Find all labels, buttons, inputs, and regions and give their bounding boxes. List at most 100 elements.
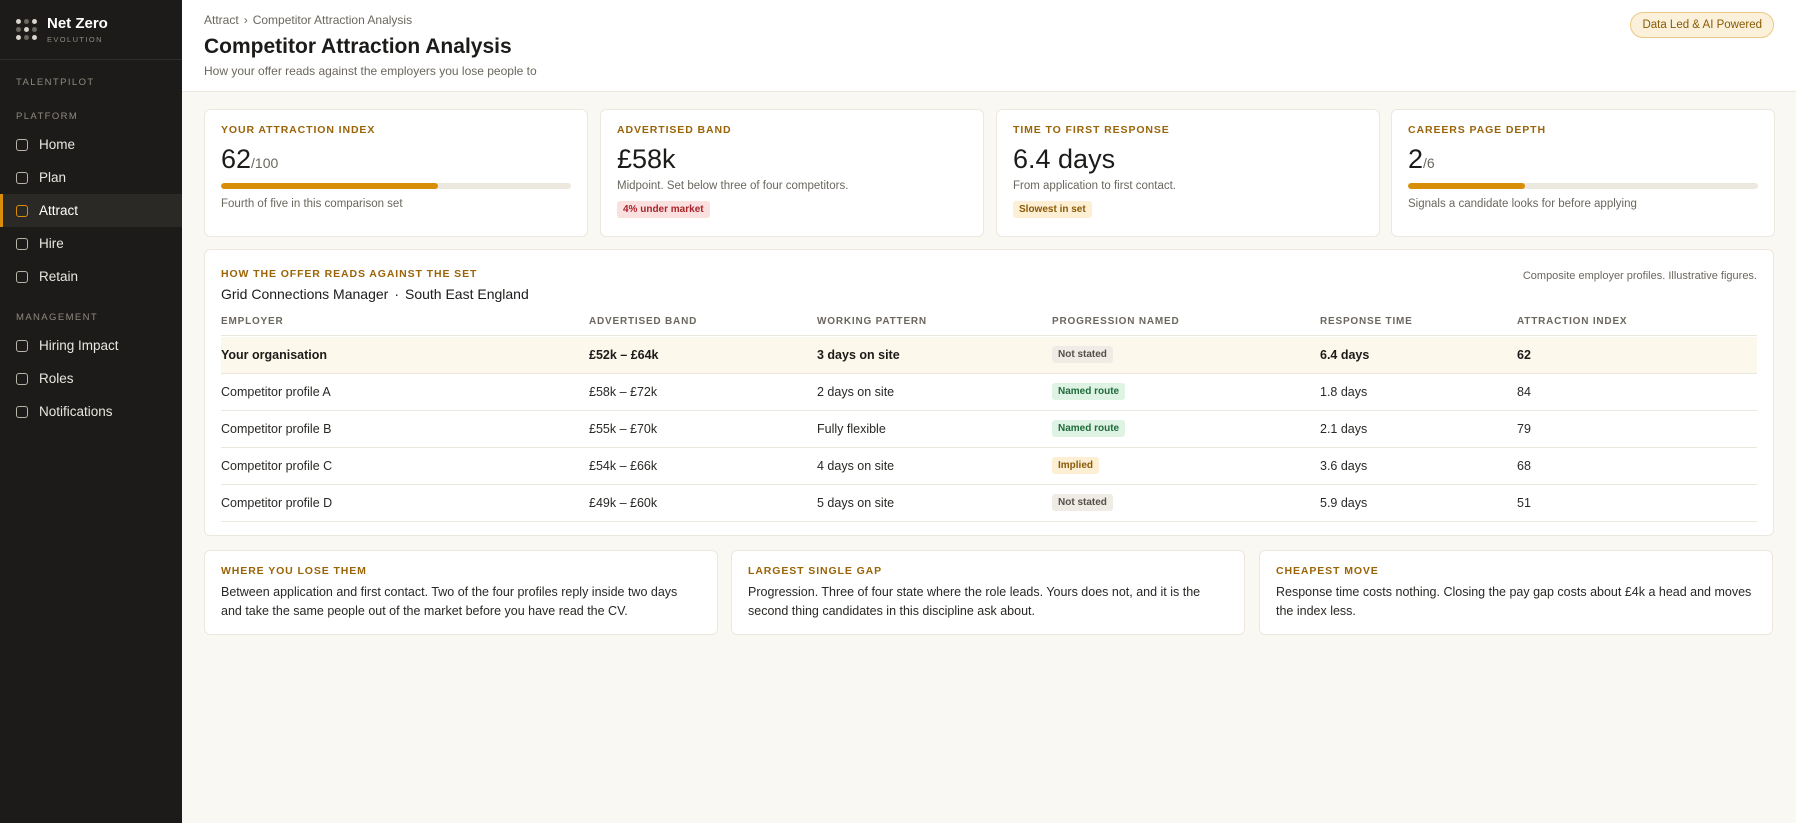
cell-response: 6.4 days — [1320, 348, 1370, 362]
cell-band: £52k – £64k — [589, 348, 659, 362]
sidebar-item-hire[interactable]: Hire — [0, 227, 182, 260]
kpi-note: Fourth of five in this comparison set — [221, 198, 403, 210]
page-title: Competitor Attraction Analysis — [204, 35, 512, 58]
checkbox-icon — [16, 339, 28, 352]
kpi-note: Midpoint. Set below three of four compet… — [617, 180, 849, 192]
management-section-label: MANAGEMENT — [16, 312, 99, 323]
checkbox-icon — [16, 171, 28, 184]
brand[interactable]: Net Zero EVOLUTION — [0, 0, 182, 60]
kpi-time-to-first-response: TIME TO FIRST RESPONSE 6.4 days From app… — [996, 109, 1380, 237]
kpi-note: From application to first contact. — [1013, 180, 1176, 192]
kpi-value-suffix: /100 — [251, 155, 279, 171]
page-subtitle: How your offer reads against the employe… — [204, 64, 537, 78]
sidebar-item-hiring-impact[interactable]: Hiring Impact — [0, 329, 182, 362]
checkbox-icon — [16, 405, 28, 418]
platform-section-label: PLATFORM — [16, 111, 79, 122]
under-market-tag: 4% under market — [617, 201, 710, 218]
column-header-index: ATTRACTION INDEX — [1517, 316, 1628, 327]
kpi-value-suffix: /6 — [1423, 155, 1435, 171]
cell-band: £58k – £72k — [589, 385, 658, 399]
checkbox-icon — [16, 138, 28, 151]
role-title: Grid Connections Manager · South East Engl… — [221, 286, 529, 302]
cell-pattern: 4 days on site — [817, 459, 895, 473]
cell-index: 51 — [1517, 496, 1531, 510]
progression-badge: Implied — [1052, 457, 1100, 474]
page-header: Attract › Competitor Attraction Analysis C… — [182, 0, 1796, 92]
kpi-careers-page-depth: CAREERS PAGE DEPTH 2/6 Signals a candida… — [1391, 109, 1775, 237]
insight-body: Progression. Three of four state where t… — [748, 585, 1201, 618]
cell-employer: Competitor profile C — [221, 459, 333, 473]
cell-pattern: 3 days on site — [817, 348, 900, 362]
kpi-advertised-band: ADVERTISED BAND £58k Midpoint. Set below… — [600, 109, 984, 237]
cell-band: £49k – £60k — [589, 496, 658, 510]
kpi-label: ADVERTISED BAND — [617, 124, 732, 136]
kpi-label: YOUR ATTRACTION INDEX — [221, 124, 376, 136]
cell-response: 1.8 days — [1320, 385, 1368, 399]
column-header-band: ADVERTISED BAND — [589, 316, 698, 327]
sidebar-item-label: Roles — [39, 371, 74, 386]
sidebar-item-roles[interactable]: Roles — [0, 362, 182, 395]
table-row[interactable]: Competitor profile C £54k – £66k 4 days … — [221, 448, 1757, 485]
cell-pattern: Fully flexible — [817, 422, 886, 436]
kpi-value: 2/6 — [1408, 144, 1435, 174]
cell-pattern: 5 days on site — [817, 496, 895, 510]
kpi-label: CAREERS PAGE DEPTH — [1408, 124, 1546, 136]
insight-label: WHERE YOU LOSE THEM — [221, 565, 367, 577]
progression-badge: Named route — [1052, 420, 1126, 437]
insight-label: CHEAPEST MOVE — [1276, 565, 1379, 577]
checkbox-icon — [16, 204, 28, 217]
data-led-badge: Data Led & AI Powered — [1630, 12, 1774, 38]
sidebar-item-home[interactable]: Home — [0, 128, 182, 161]
sidebar-item-label: Notifications — [39, 404, 113, 419]
kpi-value: 6.4 days — [1013, 144, 1116, 174]
column-header-progression: PROGRESSION NAMED — [1052, 316, 1180, 327]
sidebar-item-attract[interactable]: Attract — [0, 194, 182, 227]
slowest-tag: Slowest in set — [1013, 201, 1092, 218]
sidebar-item-label: Plan — [39, 170, 67, 185]
insight-cheapest-move: CHEAPEST MOVE Response time costs nothin… — [1259, 550, 1773, 635]
sidebar-item-label: Hire — [39, 236, 64, 251]
brand-name: Net Zero — [47, 14, 108, 32]
sidebar-item-plan[interactable]: Plan — [0, 161, 182, 194]
checkbox-icon — [16, 372, 28, 385]
breadcrumb-item-attract[interactable]: Attract — [204, 13, 239, 27]
cell-employer: Your organisation — [221, 348, 328, 362]
cell-employer: Competitor profile D — [221, 496, 333, 510]
sidebar-item-label: Hiring Impact — [39, 338, 119, 353]
table-row[interactable]: Competitor profile B £55k – £70k Fully f… — [221, 411, 1757, 448]
cell-employer: Competitor profile B — [221, 422, 332, 436]
careers-depth-progress-bar — [1408, 183, 1758, 189]
insight-where-you-lose-them: WHERE YOU LOSE THEM Between application … — [204, 550, 718, 635]
cell-index: 84 — [1517, 385, 1531, 399]
column-header-employer: EMPLOYER — [221, 316, 284, 327]
illustrative-note: Composite employer profiles. Illustrativ… — [1522, 270, 1757, 282]
progression-badge: Not stated — [1052, 494, 1113, 511]
sidebar-item-retain[interactable]: Retain — [0, 260, 182, 293]
sidebar: Net Zero EVOLUTION TALENTPILOT PLATFORM … — [0, 0, 182, 823]
table-row[interactable]: Competitor profile D £49k – £60k 5 days … — [221, 485, 1757, 522]
cell-index: 68 — [1517, 459, 1531, 473]
progression-badge: Not stated — [1052, 346, 1113, 363]
checkbox-icon — [16, 270, 28, 283]
sidebar-item-label: Attract — [39, 203, 79, 218]
product-label: TALENTPILOT — [16, 77, 95, 88]
cell-response: 5.9 days — [1320, 496, 1368, 510]
kpi-note: Signals a candidate looks for before app… — [1408, 198, 1637, 210]
comparison-table-card: HOW THE OFFER READS AGAINST THE SET Grid… — [204, 249, 1774, 536]
attraction-index-progress-bar — [221, 183, 571, 189]
cell-band: £54k – £66k — [589, 459, 658, 473]
brand-subtitle: EVOLUTION — [47, 34, 103, 44]
progression-badge: Named route — [1052, 383, 1126, 400]
cell-pattern: 2 days on site — [817, 385, 895, 399]
table-row[interactable]: Competitor profile A £58k – £72k 2 days … — [221, 374, 1757, 411]
table-row[interactable]: Your organisation £52k – £64k 3 days on … — [221, 337, 1757, 374]
column-header-pattern: WORKING PATTERN — [817, 316, 927, 327]
kpi-attraction-index: YOUR ATTRACTION INDEX 62/100 Fourth of f… — [204, 109, 588, 237]
sidebar-item-notifications[interactable]: Notifications — [0, 395, 182, 428]
kpi-label: TIME TO FIRST RESPONSE — [1013, 124, 1170, 136]
column-header-response: RESPONSE TIME — [1320, 316, 1413, 327]
cell-response: 2.1 days — [1320, 422, 1368, 436]
cell-band: £55k – £70k — [589, 422, 658, 436]
sidebar-item-label: Retain — [39, 269, 79, 284]
kpi-value: £58k — [617, 144, 676, 174]
